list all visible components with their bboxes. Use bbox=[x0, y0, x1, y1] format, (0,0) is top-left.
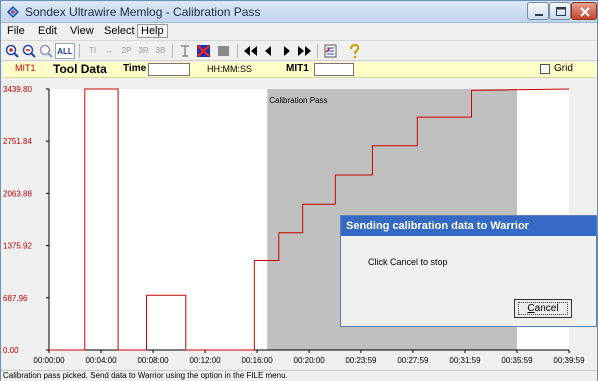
x-tick-label: 00:04:00 bbox=[85, 356, 117, 365]
dialog-title: Sending calibration data to Warrior bbox=[346, 220, 529, 232]
3r-button[interactable]: 3R bbox=[135, 43, 152, 59]
help-icon bbox=[350, 43, 360, 59]
zoom-prev-button[interactable] bbox=[38, 43, 55, 59]
zoom-prev-icon bbox=[39, 44, 53, 58]
data-icon bbox=[324, 44, 337, 58]
stop-button[interactable] bbox=[215, 43, 232, 59]
dialog-message: Click Cancel to stop bbox=[368, 257, 448, 267]
calibration-pass-label: Calibration Pass bbox=[269, 96, 327, 105]
x-tick-label: 00:39:59 bbox=[553, 356, 585, 365]
x-tick-label: 00:00:00 bbox=[33, 356, 65, 365]
time-label: Time bbox=[123, 63, 147, 74]
last-button[interactable] bbox=[296, 43, 313, 59]
time-format-label: HH:MM:SS bbox=[207, 64, 252, 74]
ti-button[interactable]: TI bbox=[84, 43, 101, 59]
x-tick-label: 00:12:00 bbox=[189, 356, 221, 365]
last-icon bbox=[298, 46, 311, 56]
y-tick-label: 1375.92 bbox=[3, 242, 32, 251]
x-tick-label: 00:23:59 bbox=[345, 356, 377, 365]
tool-data-label: Tool Data bbox=[53, 62, 107, 76]
cancel-cal-icon bbox=[197, 45, 210, 57]
maximize-icon bbox=[556, 7, 566, 16]
calibrate-icon bbox=[181, 45, 189, 57]
dialog-title-bar[interactable]: Sending calibration data to Warrior bbox=[341, 216, 596, 236]
first-button[interactable] bbox=[242, 43, 259, 59]
menu-bar: File Edit View Select Help bbox=[1, 23, 597, 41]
x-tick-label: 00:20:00 bbox=[294, 356, 326, 365]
menu-edit[interactable]: Edit bbox=[35, 25, 60, 37]
data-bar: MIT1 Tool Data Time HH:MM:SS MIT1 Grid bbox=[3, 62, 597, 78]
zoom-all-button[interactable]: ALL bbox=[55, 43, 75, 59]
calibrate-button[interactable] bbox=[177, 43, 194, 59]
app-icon bbox=[7, 6, 19, 18]
window-title: Sondex Ultrawire Memlog - Calibration Pa… bbox=[25, 5, 261, 19]
title-bar[interactable]: Sondex Ultrawire Memlog - Calibration Pa… bbox=[1, 1, 597, 23]
toolbar-separator bbox=[172, 44, 173, 58]
pan-button[interactable]: ↔ bbox=[101, 43, 118, 59]
mit-label: MIT1 bbox=[286, 63, 309, 74]
status-text: Calibration pass picked. Send data to Wa… bbox=[3, 371, 288, 380]
x-tick-label: 00:27:59 bbox=[397, 356, 429, 365]
time-field[interactable] bbox=[148, 63, 190, 76]
x-tick-label: 00:31:59 bbox=[449, 356, 481, 365]
zoom-out-icon bbox=[22, 44, 36, 58]
menu-view[interactable]: View bbox=[67, 25, 97, 37]
3b-button[interactable]: 3B bbox=[152, 43, 169, 59]
channel-label: MIT1 bbox=[15, 63, 36, 73]
maximize-button[interactable] bbox=[549, 2, 571, 20]
next-icon bbox=[284, 46, 290, 56]
2p-button[interactable]: 2P bbox=[118, 43, 135, 59]
toolbar-separator bbox=[237, 44, 238, 58]
status-bar: Calibration pass picked. Send data to Wa… bbox=[1, 370, 597, 381]
y-tick-label: 2063.88 bbox=[3, 189, 32, 198]
cancel-button[interactable]: Cancel bbox=[514, 299, 572, 318]
prev-icon bbox=[265, 46, 271, 56]
zoom-out-button[interactable] bbox=[21, 43, 38, 59]
zoom-in-button[interactable] bbox=[4, 43, 21, 59]
close-button[interactable] bbox=[571, 2, 597, 20]
prev-button[interactable] bbox=[260, 43, 277, 59]
y-tick-label: 3439.80 bbox=[3, 85, 32, 94]
toolbar: ALL TI ↔ 2P 3R 3B bbox=[1, 41, 597, 61]
help-button[interactable] bbox=[346, 43, 363, 59]
y-tick-label: 0.00 bbox=[3, 346, 19, 355]
x-tick-label: 00:35:59 bbox=[501, 356, 533, 365]
close-icon bbox=[580, 7, 590, 17]
data-button[interactable] bbox=[322, 43, 339, 59]
toolbar-separator bbox=[317, 44, 318, 58]
first-icon bbox=[244, 46, 257, 56]
main-window: Sondex Ultrawire Memlog - Calibration Pa… bbox=[0, 0, 598, 381]
cancel-button-label: Cancel bbox=[518, 302, 568, 315]
x-tick-label: 00:08:00 bbox=[137, 356, 169, 365]
y-tick-label: 687.96 bbox=[3, 294, 28, 303]
x-tick-label: 00:16:00 bbox=[242, 356, 274, 365]
mit-field[interactable] bbox=[314, 63, 354, 76]
menu-file[interactable]: File bbox=[4, 25, 28, 37]
minimize-button[interactable] bbox=[527, 2, 549, 20]
cancel-cal-button[interactable] bbox=[195, 43, 212, 59]
stop-icon bbox=[218, 46, 229, 56]
y-tick-label: 2751.84 bbox=[3, 137, 32, 146]
toolbar-separator bbox=[79, 44, 80, 58]
calibration-dialog: Sending calibration data to Warrior Clic… bbox=[340, 215, 597, 327]
zoom-in-icon bbox=[5, 44, 19, 58]
next-button[interactable] bbox=[278, 43, 295, 59]
menu-help[interactable]: Help bbox=[137, 24, 168, 38]
minimize-icon bbox=[535, 14, 543, 16]
grid-label: Grid bbox=[554, 63, 573, 74]
grid-checkbox[interactable] bbox=[540, 64, 550, 74]
menu-select[interactable]: Select bbox=[101, 25, 138, 37]
